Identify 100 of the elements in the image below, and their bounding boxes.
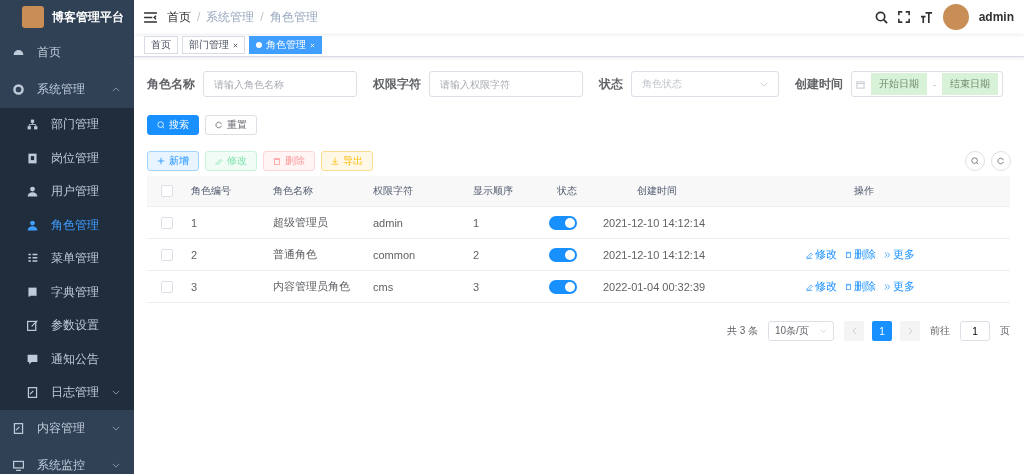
search-icon[interactable] xyxy=(874,10,888,24)
menu-group[interactable]: 系统管理 xyxy=(0,71,134,108)
avatar-photo-placeholder[interactable] xyxy=(942,4,969,30)
breadcrumb-item: 角色管理 xyxy=(269,8,318,26)
page-input[interactable]: 1 xyxy=(960,321,990,341)
action-link[interactable]: 更多 xyxy=(883,247,915,262)
user-icon xyxy=(26,218,39,232)
toggle-switch[interactable] xyxy=(548,279,577,294)
column-header: 显示顺序 xyxy=(472,184,514,198)
table-cell-text: 2022-01-04 00:32:39 xyxy=(602,280,707,293)
double-chevron-icon xyxy=(883,282,891,291)
checkbox[interactable] xyxy=(161,216,173,229)
column-header: 权限字符 xyxy=(372,184,414,198)
menu-item[interactable]: 角色管理 xyxy=(0,208,134,242)
menu-item[interactable]: 部门管理 xyxy=(0,108,134,142)
menu-group[interactable]: 内容管理 xyxy=(0,409,134,447)
tab[interactable]: 部门管理 xyxy=(182,36,245,54)
field-label: 角色名称 xyxy=(147,75,195,93)
double-chevron-icon xyxy=(883,250,891,259)
checkbox[interactable] xyxy=(161,248,173,261)
menu-item[interactable]: 首页 xyxy=(0,34,134,71)
refresh-icon[interactable] xyxy=(991,151,1011,171)
action-link[interactable]: 更多 xyxy=(883,279,915,294)
close-icon[interactable] xyxy=(233,42,238,48)
action-link[interactable]: 修改 xyxy=(805,247,837,262)
username[interactable]: admin xyxy=(978,10,1014,24)
chevron-left-icon xyxy=(851,327,857,335)
goto-label: 前往 xyxy=(930,324,950,338)
column-header: 角色编号 xyxy=(190,184,232,198)
trash-icon xyxy=(273,157,281,165)
table-cell-text: 内容管理员角色 xyxy=(272,279,351,294)
goto-suffix: 页 xyxy=(1000,324,1010,338)
tree-icon xyxy=(26,118,39,132)
chevron-right-icon xyxy=(907,327,913,335)
refresh-icon xyxy=(215,121,223,129)
menu-group[interactable]: 系统监控 xyxy=(0,446,134,474)
user-icon xyxy=(26,185,39,199)
calendar-icon xyxy=(855,79,865,89)
id-card-icon xyxy=(26,151,39,165)
monitor-icon xyxy=(12,458,25,472)
breadcrumb-item[interactable]: 首页 xyxy=(167,8,191,26)
menu-item[interactable]: 用户管理 xyxy=(0,175,134,209)
table-cell-text: 3 xyxy=(472,280,481,293)
action-link[interactable]: 删除 xyxy=(844,279,876,294)
document-icon xyxy=(12,421,25,435)
page-size-select[interactable]: 10条/页 xyxy=(768,321,834,341)
column-header: 创建时间 xyxy=(635,184,678,198)
trash-icon xyxy=(844,282,852,291)
input-field[interactable]: 请输入角色名称 xyxy=(203,71,357,97)
table-cell-text: 3 xyxy=(190,280,199,293)
table-cell-text: 2021-12-10 14:12:14 xyxy=(602,216,707,229)
font-size-icon[interactable] xyxy=(919,10,933,24)
checkbox[interactable] xyxy=(161,185,173,197)
edit-icon xyxy=(26,319,39,333)
app-title: 博客管理平台 xyxy=(52,8,124,26)
fullscreen-icon[interactable] xyxy=(897,11,910,23)
menu-item[interactable]: 岗位管理 xyxy=(0,141,134,175)
action-link[interactable]: 删除 xyxy=(844,247,876,262)
table-cell-text: common xyxy=(372,248,417,261)
field-label: 创建时间 xyxy=(794,75,843,93)
table-cell-text: 1 xyxy=(190,216,199,229)
input-field[interactable]: 请输入权限字符 xyxy=(429,71,583,97)
menu-item[interactable]: 字典管理 xyxy=(0,275,134,309)
table-cell-text: 超级管理员 xyxy=(272,215,329,230)
menu-item[interactable]: 参数设置 xyxy=(0,309,134,343)
breadcrumb-separator: / xyxy=(260,10,264,24)
menu-item[interactable]: 菜单管理 xyxy=(0,242,134,276)
breadcrumb-separator: / xyxy=(197,10,201,24)
chevron-down-icon xyxy=(759,81,768,87)
document-icon xyxy=(26,386,39,400)
search-icon xyxy=(157,121,165,129)
total-count: 共 3 条 xyxy=(726,324,758,338)
checkbox[interactable] xyxy=(161,280,173,293)
column-header: 操作 xyxy=(853,184,875,198)
tab[interactable]: 首页 xyxy=(144,36,178,54)
chevron-down-icon xyxy=(820,329,827,333)
table-cell-text: 2 xyxy=(472,248,481,261)
table-cell-text: cms xyxy=(372,280,395,293)
edit-icon xyxy=(805,282,813,291)
menu-group[interactable]: 日志管理 xyxy=(0,376,134,410)
menu-icon[interactable] xyxy=(144,11,157,23)
column-header: 状态 xyxy=(555,184,578,198)
field-label: 状态 xyxy=(599,75,623,93)
chat-icon xyxy=(26,352,39,366)
download-icon xyxy=(331,157,339,165)
edit-icon xyxy=(215,157,223,165)
toggle-switch[interactable] xyxy=(548,247,577,262)
table-cell-text: admin xyxy=(372,216,404,229)
field-label: 权限字符 xyxy=(373,75,421,93)
table-cell-text: 普通角色 xyxy=(272,247,318,262)
date-range-field[interactable]: 开始日期 - 结束日期 xyxy=(850,71,1003,97)
plus-icon xyxy=(157,157,165,165)
table-cell-text: 2 xyxy=(190,248,199,261)
action-link[interactable]: 修改 xyxy=(805,279,837,294)
menu-item[interactable]: 通知公告 xyxy=(0,342,134,376)
reset-button[interactable]: 重置 xyxy=(205,115,257,135)
toggle-switch[interactable] xyxy=(548,215,577,230)
logo-photo-placeholder xyxy=(22,6,44,28)
column-header: 角色名称 xyxy=(272,184,314,198)
table-cell-text: 2021-12-10 14:12:14 xyxy=(602,248,707,261)
